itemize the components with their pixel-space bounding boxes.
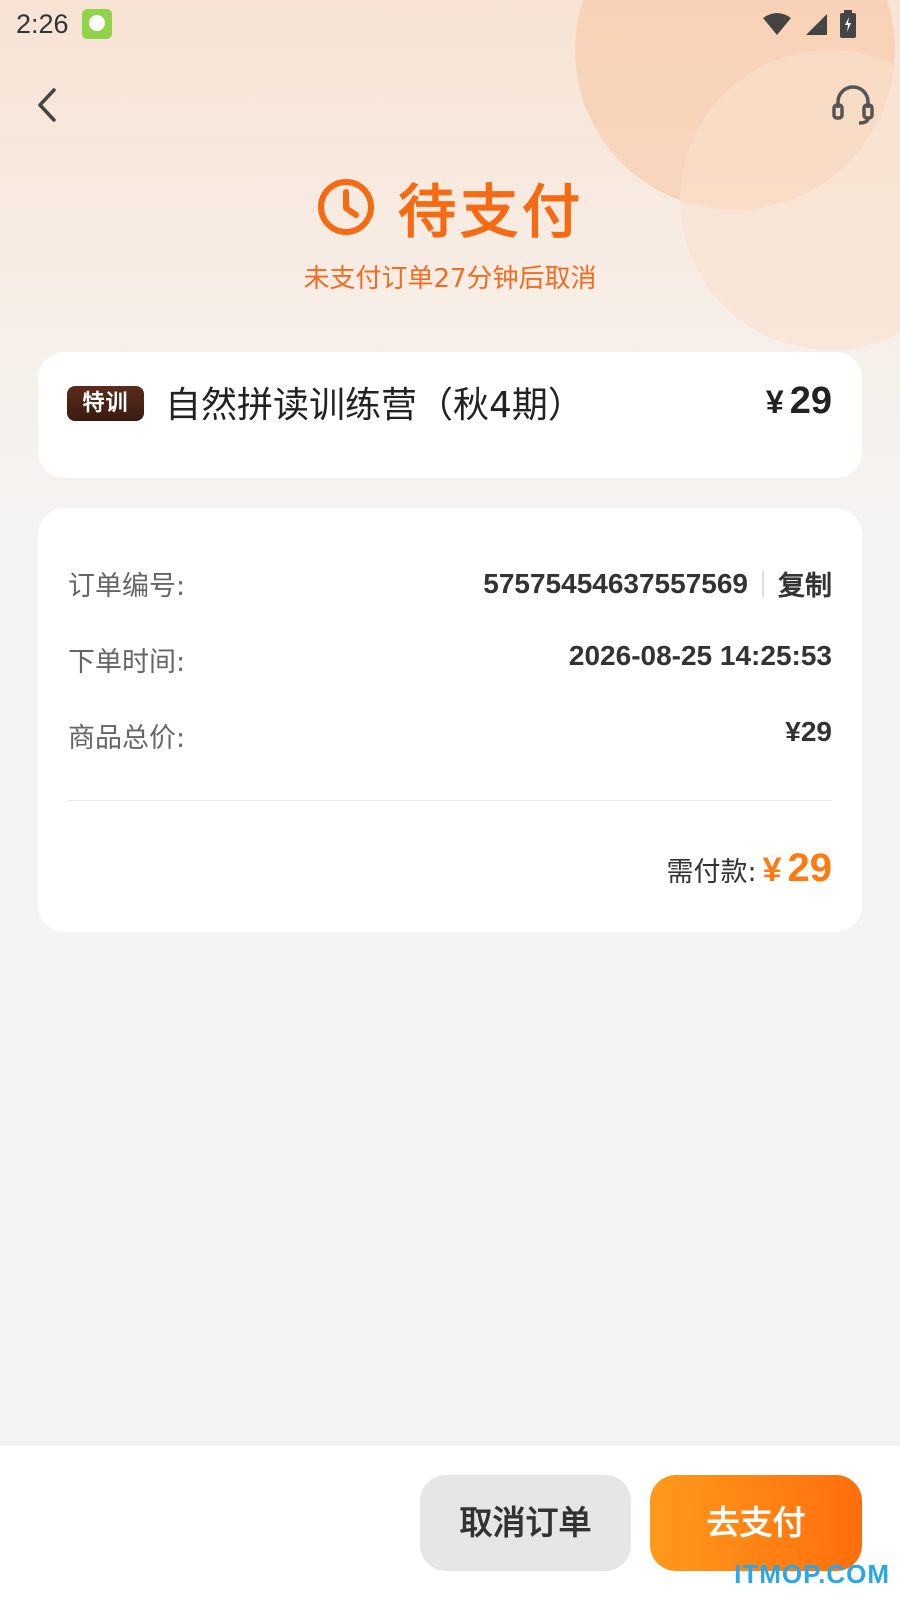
headset-icon	[832, 85, 874, 125]
clock-icon	[317, 179, 374, 235]
order-status-header: 待支付	[0, 165, 900, 249]
cancel-order-button[interactable]: 取消订单	[420, 1475, 631, 1571]
app-notification-icon	[82, 9, 112, 39]
order-number-value: 57575454637557569	[483, 567, 748, 599]
battery-icon	[840, 10, 856, 38]
section-divider	[68, 800, 832, 801]
order-time-label: 下单时间:	[68, 647, 186, 678]
system-status-bar: 2:26	[0, 0, 900, 50]
wifi-icon	[763, 13, 791, 35]
cancel-countdown-text: 未支付订单27分钟后取消	[303, 264, 597, 294]
order-number-row: 订单编号: 57575454637557569 复制	[68, 564, 832, 604]
order-number-value-group: 57575454637557569 复制	[483, 564, 832, 603]
customer-service-button[interactable]	[828, 80, 878, 130]
product-price-value: 29	[789, 380, 832, 422]
goods-total-row: 商品总价: ¥29	[68, 716, 832, 756]
product-price: ¥29	[766, 380, 832, 423]
product-name: 自然拼读训练营（秋4期）	[165, 385, 584, 426]
payable-label: 需付款:	[666, 857, 757, 888]
goods-total-value: ¥29	[785, 716, 832, 747]
order-info-card: 订单编号: 57575454637557569 复制 下单时间: 2026-08…	[38, 508, 862, 932]
order-time-row: 下单时间: 2026-08-25 14:25:53	[68, 640, 832, 680]
currency-symbol: ¥	[762, 851, 782, 889]
goods-total-label: 商品总价:	[68, 723, 186, 754]
payable-amount: ¥29	[763, 846, 832, 891]
payable-amount-value: 29	[787, 846, 833, 890]
site-watermark: ITMOP.COM	[734, 1559, 890, 1589]
copy-button[interactable]: 复制	[778, 564, 832, 603]
order-time-value: 2026-08-25 14:25:53	[568, 640, 832, 671]
divider	[762, 570, 764, 597]
order-status-title: 待支付	[397, 178, 584, 246]
payable-row: 需付款: ¥29	[666, 846, 832, 891]
status-time: 2:26	[16, 9, 69, 39]
status-icons	[762, 10, 856, 38]
chevron-left-icon	[38, 88, 56, 122]
product-card[interactable]: 特训 自然拼读训练营（秋4期） ¥29	[38, 352, 862, 478]
training-tag-badge: 特训	[67, 386, 144, 421]
pay-button[interactable]: 去支付	[650, 1475, 862, 1571]
signal-icon	[806, 14, 827, 35]
back-button[interactable]	[22, 80, 72, 130]
order-number-label: 订单编号:	[68, 571, 186, 602]
currency-symbol: ¥	[765, 384, 784, 420]
